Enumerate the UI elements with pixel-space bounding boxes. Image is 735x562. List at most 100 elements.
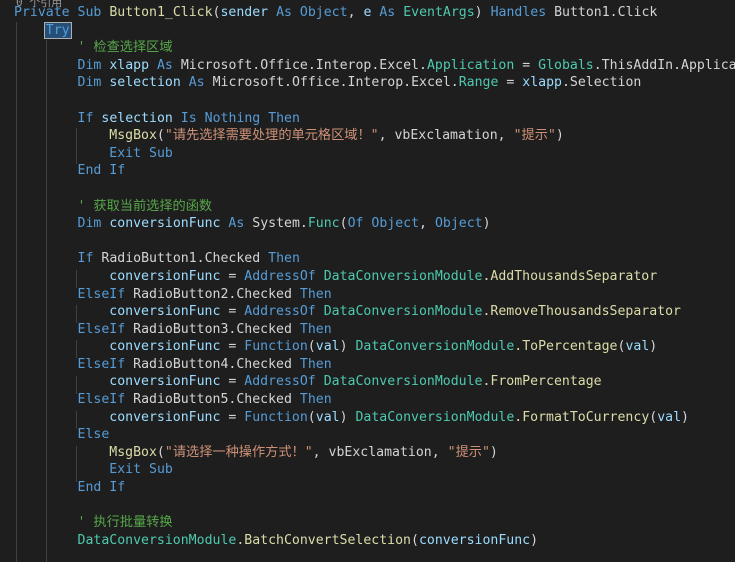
- code-line[interactable]: ElseIf RadioButton2.Checked Then: [14, 286, 735, 304]
- keyword: Dim: [77, 216, 102, 232]
- code-line-empty[interactable]: [14, 497, 735, 515]
- type: EventArgs: [403, 5, 475, 20]
- control-name: RadioButton4: [133, 356, 229, 372]
- code-line[interactable]: If selection Is Nothing Then: [14, 110, 735, 128]
- keyword: Then: [299, 286, 332, 302]
- variable: selection: [109, 75, 181, 91]
- keyword: Is: [180, 110, 197, 126]
- code-line[interactable]: Exit Sub: [14, 145, 735, 163]
- try-keyword-highlighted[interactable]: Try: [43, 21, 72, 39]
- punct: ,: [419, 216, 435, 232]
- code-line-empty[interactable]: [14, 92, 735, 110]
- control-name: RadioButton5: [133, 392, 229, 408]
- punct: ,: [347, 5, 364, 20]
- module: DataConversionModule: [77, 532, 237, 548]
- code-line[interactable]: MsgBox("请先选择需要处理的单元格区域！", vbExclamation,…: [14, 127, 735, 145]
- namespace: Microsoft.Office.Interop.Excel.: [212, 75, 459, 91]
- keyword: As: [379, 5, 396, 20]
- code-line[interactable]: ' 获取当前选择的函数: [14, 198, 735, 216]
- punct: (: [307, 339, 316, 355]
- keyword: End: [77, 163, 102, 179]
- operator: =: [220, 409, 245, 425]
- keyword: ElseIf: [77, 321, 126, 337]
- code-line[interactable]: DataConversionModule.BatchConvertSelecti…: [14, 532, 735, 550]
- parameter: sender: [220, 5, 269, 20]
- keyword: Then: [299, 321, 332, 337]
- args: , vbExclamation,: [378, 128, 514, 144]
- module: DataConversionModule: [323, 374, 483, 390]
- keyword: Sub: [77, 5, 102, 20]
- member: .Checked: [196, 251, 261, 267]
- type: Object: [434, 216, 483, 232]
- code-line-empty[interactable]: [14, 233, 735, 251]
- code-line[interactable]: Private Sub Button1_Click(sender As Obje…: [14, 4, 735, 22]
- punct: ): [482, 216, 491, 232]
- code-line-empty[interactable]: [14, 180, 735, 198]
- variable: conversionFunc: [109, 339, 221, 355]
- keyword: As: [228, 216, 245, 232]
- keyword: Else: [77, 427, 110, 443]
- keyword: AddressOf: [244, 268, 316, 284]
- code-line[interactable]: If RadioButton1.Checked Then: [14, 250, 735, 268]
- keyword: ElseIf: [77, 392, 126, 408]
- code-line[interactable]: conversionFunc = AddressOf DataConversio…: [14, 268, 735, 286]
- keyword: If: [77, 251, 94, 267]
- code-line[interactable]: Try: [14, 21, 735, 40]
- punct: ): [339, 409, 348, 425]
- method: .BatchConvertSelection: [236, 532, 411, 548]
- code-line[interactable]: ' 检查选择区域: [14, 39, 735, 57]
- type: Application: [426, 57, 515, 73]
- variable: conversionFunc: [418, 532, 531, 548]
- member: .ThisAddIn.Application: [593, 57, 735, 73]
- code-line[interactable]: Dim selection As Microsoft.Office.Intero…: [14, 74, 735, 92]
- code-line[interactable]: conversionFunc = Function(val) DataConve…: [14, 338, 735, 356]
- code-line[interactable]: MsgBox("请选择一种操作方式！", vbExclamation, "提示"…: [14, 444, 735, 462]
- control-name: RadioButton3: [133, 321, 229, 337]
- punct: (: [307, 409, 316, 425]
- code-line[interactable]: ' 执行批量转换: [14, 514, 735, 532]
- keyword: AddressOf: [244, 304, 316, 320]
- punct: (: [339, 216, 348, 232]
- code-line[interactable]: conversionFunc = AddressOf DataConversio…: [14, 303, 735, 321]
- keyword: If: [77, 110, 94, 126]
- control-name: RadioButton1: [101, 251, 197, 267]
- code-line[interactable]: Exit Sub: [14, 461, 735, 479]
- punct: ): [530, 532, 539, 548]
- code-line[interactable]: End If: [14, 479, 735, 497]
- method: .ToPercentage: [514, 339, 618, 355]
- variable: conversionFunc: [109, 216, 221, 232]
- code-lines: Private Sub Button1_Click (sender As Obje…: [14, 4, 735, 549]
- keyword: End: [77, 480, 102, 496]
- keyword: As: [156, 57, 173, 73]
- string: "请先选择需要处理的单元格区域！": [164, 128, 379, 144]
- member: .Checked: [228, 356, 292, 372]
- keyword: Nothing: [204, 110, 261, 126]
- type: Object: [371, 216, 420, 232]
- parameter: val: [657, 409, 682, 425]
- member: .Checked: [228, 321, 292, 337]
- keyword: Function: [244, 339, 308, 355]
- namespace: System.: [252, 216, 308, 232]
- code-line[interactable]: End If: [14, 162, 735, 180]
- type: Globals: [538, 57, 594, 73]
- code-line[interactable]: conversionFunc = Function(val) DataConve…: [14, 409, 735, 427]
- code-editor[interactable]: 0 个引用 Private Sub Button1_Click(sender A…: [0, 0, 735, 562]
- code-line[interactable]: conversionFunc = AddressOf DataConversio…: [14, 373, 735, 391]
- function-call: MsgBox: [109, 444, 157, 460]
- args: , vbExclamation,: [312, 444, 448, 460]
- module: DataConversionModule: [355, 409, 515, 425]
- variable: selection: [101, 110, 173, 126]
- code-line[interactable]: Dim conversionFunc As System.Func(Of Obj…: [14, 215, 735, 233]
- code-line[interactable]: ElseIf RadioButton5.Checked Then: [14, 391, 735, 409]
- punct: (: [156, 128, 165, 144]
- code-line[interactable]: Dim xlapp As Microsoft.Office.Interop.Ex…: [14, 57, 735, 75]
- code-line[interactable]: ElseIf RadioButton4.Checked Then: [14, 356, 735, 374]
- type: Object: [299, 5, 348, 20]
- comment: ' 执行批量转换: [77, 515, 173, 531]
- keyword: Dim: [77, 57, 102, 73]
- keyword: Exit: [109, 145, 142, 161]
- member: .Selection: [561, 75, 642, 91]
- code-line[interactable]: Else: [14, 426, 735, 444]
- code-line[interactable]: ElseIf RadioButton3.Checked Then: [14, 321, 735, 339]
- comment: ' 检查选择区域: [77, 40, 173, 56]
